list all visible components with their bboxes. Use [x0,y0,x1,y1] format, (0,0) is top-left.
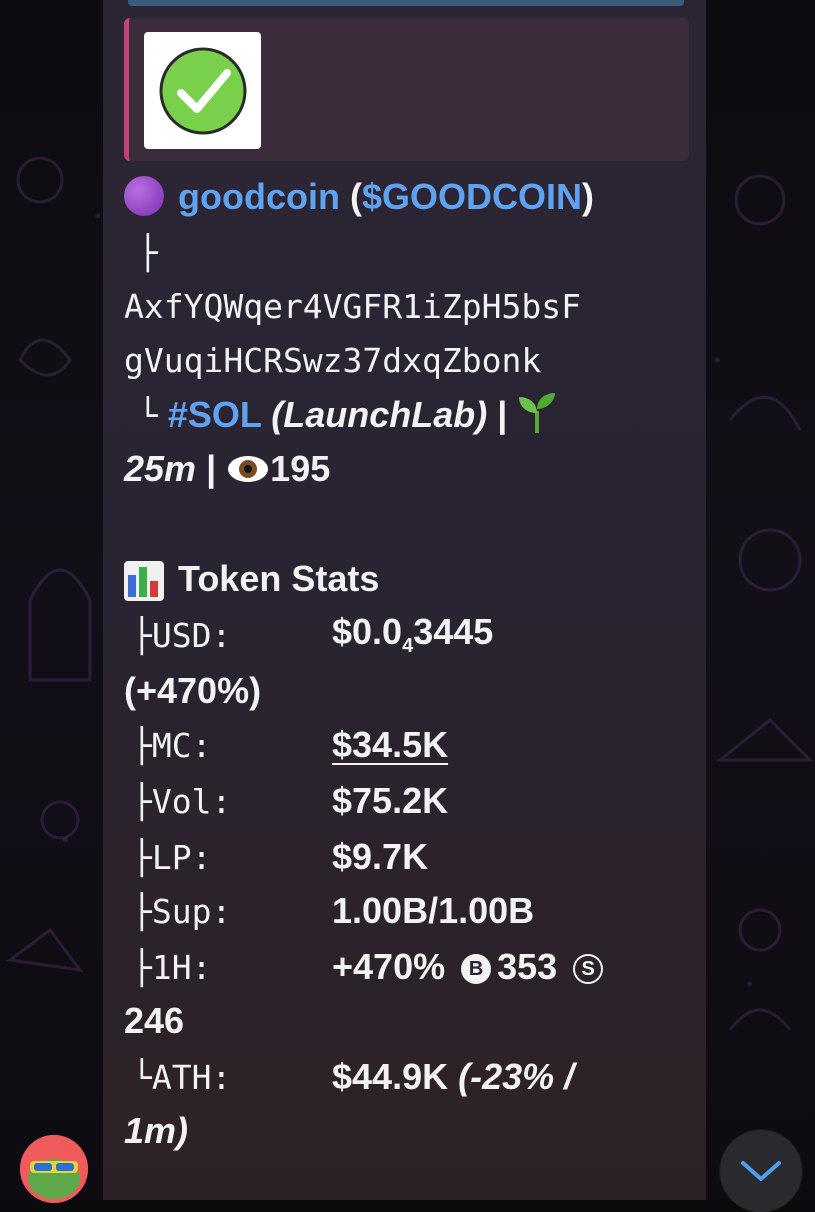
sender-avatar[interactable] [20,1135,88,1203]
ath-label: └ATH: [132,1057,232,1097]
bar-chart-icon [124,561,164,601]
eye-icon [228,456,269,482]
mc-value-link[interactable]: $34.5K [332,724,448,766]
preview-thumbnail[interactable] [144,32,261,149]
platform-label: (LaunchLab) [271,394,488,435]
ticker-link[interactable]: $GOODCOIN [362,176,582,217]
ath-value: $44.9K (-23% / [332,1056,575,1097]
chain-line: └ #SOL (LaunchLab) | [124,388,684,443]
h1-values: +470% B 353 S [332,946,609,988]
mc-row: ├MC: $34.5K [132,718,448,772]
vol-row: ├Vol: $75.2K [132,774,448,828]
frog-avatar-image [20,1135,88,1203]
sup-label: ├Sup: [132,891,232,931]
usd-value: $0.043445 [332,611,494,658]
h1-row: ├1H: +470% B 353 S [132,940,609,994]
usd-change: (+470%) [124,670,262,711]
ath-row: └ATH: $44.9K (-23% / [132,1050,574,1104]
contract-address-line2[interactable]: gVuqiHCRSwz37dxqZbonk [124,334,684,388]
purple-circle-icon [124,176,164,216]
sup-row: ├Sup: 1.00B/1.00B [132,884,534,938]
seedling-icon [519,393,556,433]
usd-row: ├USD: $0.043445 [132,608,493,662]
chain-hashtag[interactable]: #SOL [168,394,261,435]
stats-header: Token Stats [124,552,684,606]
sells-count: 246 [124,1000,185,1041]
paren: ( [349,176,362,217]
h1-label: ├1H: [132,947,212,987]
token-name-link[interactable]: goodcoin [178,176,340,217]
token-title-line: goodcoin ($GOODCOIN) [124,170,684,224]
tree-end: └ [138,396,158,435]
sells-icon: S [573,954,604,985]
paren: ) [582,176,595,217]
contract-address-line1[interactable]: AxfYQWqer4VGFR1iZpH5bsF [124,280,684,334]
lp-label: ├LP: [132,837,212,877]
usd-label: ├USD: [132,615,232,655]
stats-header-text: Token Stats [178,558,380,599]
buys-count: 353 [497,946,558,987]
lp-value: $9.7K [332,836,429,877]
sup-value: 1.00B/1.00B [332,890,535,931]
vol-label: ├Vol: [132,781,232,821]
age-views-line: 25m | 195 [124,442,684,496]
mc-label: ├MC: [132,725,212,765]
previous-message-edge [128,0,684,6]
buys-icon: B [461,954,492,985]
tree-branch: ├ [138,233,158,272]
views-count: 195 [270,448,331,489]
lp-row: ├LP: $9.7K [132,830,428,884]
check-mark-icon [159,47,246,134]
ath-detail-cont: 1m) [124,1110,189,1151]
h1-change: +470% [332,946,446,987]
chevron-down-icon [741,1161,781,1181]
vol-value: $75.2K [332,780,449,821]
separator: | [497,394,508,435]
age-value: 25m [124,448,197,489]
separator: | [206,448,217,489]
